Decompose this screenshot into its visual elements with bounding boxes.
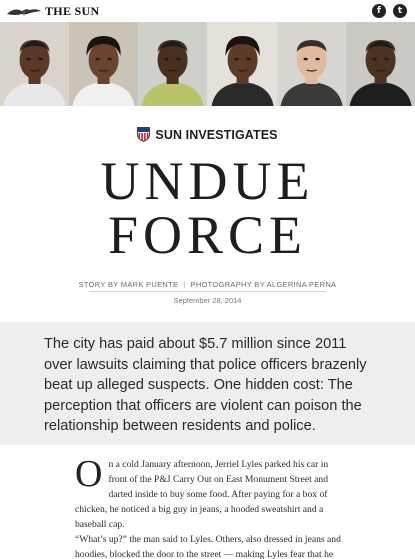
mugshot-strip — [0, 22, 415, 106]
photo-credit: PHOTOGRAPHY BY ALGERINA PERNA — [190, 280, 337, 289]
article-paragraph: On a cold January afternoon, Jerriel Lyl… — [75, 453, 345, 532]
publish-date: September 28, 2014 — [173, 296, 242, 305]
facebook-icon[interactable]: f — [372, 4, 386, 18]
masthead-logo[interactable]: THE SUN — [6, 4, 99, 19]
paragraph-text: “What’s up?” the man said to Lyles. Othe… — [75, 534, 341, 559]
article-paragraph: “What’s up?” the man said to Lyles. Othe… — [75, 532, 345, 559]
byline: STORY BY MARK PUENTE | PHOTOGRAPHY BY ALGE… — [0, 280, 415, 289]
mugshot-photo — [69, 22, 139, 106]
eagle-logo-icon — [7, 9, 41, 16]
mugshot-photo — [0, 22, 70, 106]
twitter-icon[interactable]: t — [393, 4, 407, 18]
section-badge: SUN INVESTIGATES — [0, 127, 415, 142]
flag-shield-icon — [137, 127, 151, 142]
credit-separator: | — [183, 280, 186, 289]
mugshot-photo — [276, 22, 346, 106]
story-credit: STORY BY MARK PUENTE — [78, 280, 179, 289]
summary-text: The city has paid about $5.7 million sin… — [44, 336, 367, 434]
masthead-title: THE SUN — [45, 3, 100, 18]
mugshot-photo — [138, 22, 208, 106]
top-bar: THE SUN f t — [0, 0, 415, 22]
headline-line-1: UNDUE — [100, 151, 315, 211]
mugshot-photo — [207, 22, 277, 106]
section-label: SUN INVESTIGATES — [155, 127, 278, 142]
paragraph-text: n a cold January afternoon, Jerriel Lyle… — [75, 459, 329, 530]
social-links: f t — [372, 4, 407, 18]
drop-cap: O — [75, 453, 103, 495]
divider — [89, 291, 326, 292]
headline-line-2: FORCE — [107, 205, 308, 265]
summary-box: The city has paid about $5.7 million sin… — [0, 322, 415, 445]
mugshot-photo — [345, 22, 415, 106]
